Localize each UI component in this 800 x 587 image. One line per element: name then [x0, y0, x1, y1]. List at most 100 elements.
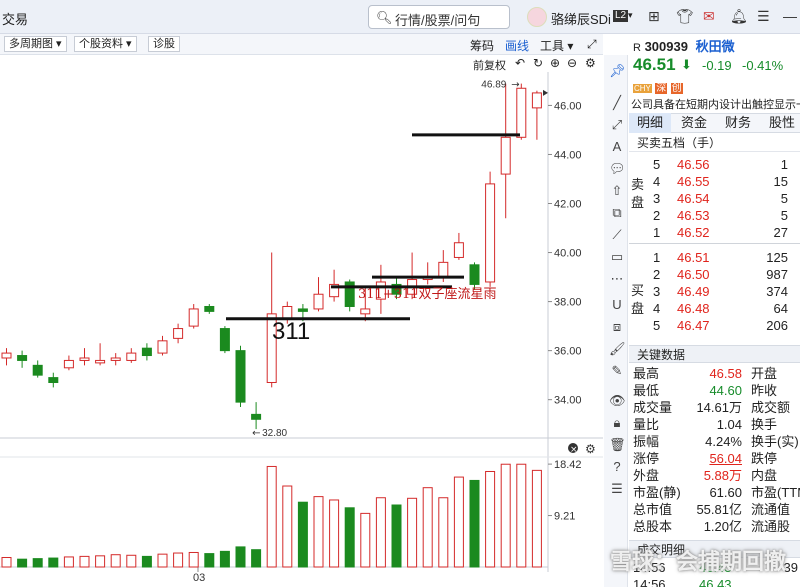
arrow-tool-icon[interactable]: ⇧: [609, 183, 625, 199]
ask-row[interactable]: 5 46.56 1: [651, 156, 800, 173]
zoom-in-icon[interactable]: ⊕: [550, 56, 560, 70]
rect-tool-icon[interactable]: ▭: [609, 249, 625, 265]
kline-chart[interactable]: 46.00 44.00 42.00 40.00 38.00 36.00 34.00 18.42…: [0, 72, 603, 587]
close-volume-x: ×: [570, 445, 578, 455]
search-input[interactable]: 行情/股票/问句: [395, 10, 480, 29]
bid-row[interactable]: 4 46.48 64: [651, 300, 800, 317]
trash-icon[interactable]: 🗑︎: [609, 437, 626, 453]
volume-bar: [516, 463, 527, 568]
top-bar: 交易 🔍︎ 行情/股票/问句 骆绨辰SDi L2 ▾ ⊞ 👕︎ ✉ 🔔︎ ☰ —: [0, 0, 800, 34]
bid-price: 46.48: [677, 301, 710, 316]
ask-price: 46.56: [677, 157, 710, 172]
zoom-out-icon[interactable]: ⊖: [567, 56, 577, 70]
candle-body: [17, 355, 28, 361]
ask-row[interactable]: 2 46.53 5: [651, 207, 800, 224]
key-label-2: 流通值: [751, 502, 791, 517]
bid-volume: 206: [766, 318, 788, 333]
bid-row[interactable]: 1 46.51 125: [651, 249, 800, 266]
volume-bar: [235, 546, 246, 568]
candle-body: [63, 359, 74, 369]
chart-subbar: 前复权 ↶ ↻ ⊕ ⊖ ⚙: [0, 55, 603, 72]
candle-body: [204, 305, 215, 312]
tab-character[interactable]: 股性: [761, 113, 800, 133]
magnet-icon[interactable]: U: [609, 297, 625, 312]
shirt-icon[interactable]: 👕︎: [676, 8, 694, 25]
bid-level: 3: [653, 284, 661, 299]
minimize-icon[interactable]: —: [783, 8, 797, 24]
brush-icon[interactable]: 🖌︎: [609, 341, 626, 357]
low-price-label: 32.80: [262, 428, 287, 439]
volume-bar: [126, 554, 137, 568]
user-name[interactable]: 骆绨辰SDi: [551, 9, 611, 28]
key-label-2: 换手(实): [751, 434, 799, 449]
key-value: 5.88万: [703, 468, 742, 483]
refresh-icon[interactable]: ↻: [533, 56, 543, 70]
stock-info-button[interactable]: 个股资料 ▾: [74, 36, 137, 52]
key-value: 1.20亿: [703, 519, 742, 534]
undo-icon[interactable]: ↶: [515, 56, 525, 70]
expand-icon[interactable]: ⤢: [587, 37, 597, 52]
pin-icon[interactable]: 📌︎: [609, 63, 626, 79]
volume-bar: [204, 553, 215, 568]
diagnose-button[interactable]: 诊股: [148, 36, 180, 52]
tab-finance[interactable]: 财务: [717, 113, 759, 133]
annotation-311: 311: [272, 318, 310, 345]
key-label: 最高: [633, 366, 660, 381]
ask-row[interactable]: 3 46.54 5: [651, 190, 800, 207]
tag-sz: 深: [655, 83, 668, 94]
search-box[interactable]: 🔍︎ 行情/股票/问句: [368, 5, 510, 29]
trade-tab[interactable]: 交易: [2, 9, 28, 28]
menu-icon[interactable]: ☰: [757, 8, 770, 25]
tools-button[interactable]: 工具 ▾: [540, 37, 573, 54]
candle-body: [95, 359, 106, 364]
period-button[interactable]: 多周期图 ▾: [4, 36, 67, 52]
line-tool-icon[interactable]: ╱: [609, 95, 625, 111]
eye-icon[interactable]: 👁︎: [609, 393, 626, 409]
candle-body: [235, 350, 246, 403]
candle-body: [297, 308, 308, 312]
lock-icon[interactable]: 🔒︎: [609, 415, 625, 431]
tab-detail[interactable]: 明细: [629, 113, 671, 133]
ask-price: 46.54: [677, 191, 710, 206]
bid-volume: 64: [773, 301, 788, 316]
volume-tick-label: 18.42: [554, 459, 582, 471]
bid-row[interactable]: 2 46.50 987: [651, 266, 800, 283]
bid-row[interactable]: 3 46.49 374: [651, 283, 800, 300]
text-tool-icon[interactable]: A: [609, 139, 625, 154]
volume-bar: [188, 551, 199, 568]
volume-bar: [32, 558, 43, 568]
channel-tool-icon[interactable]: ⧉: [609, 205, 625, 221]
edit-icon[interactable]: ✎: [609, 363, 625, 379]
news-ticker[interactable]: 公司具备在短期内设计出触控显示一: [631, 96, 800, 112]
mail-icon[interactable]: ✉: [703, 8, 715, 25]
ask-row[interactable]: 1 46.52 27: [651, 224, 800, 241]
comment-tool-icon[interactable]: 💬︎: [609, 161, 626, 177]
screen-icon[interactable]: ⊞: [648, 8, 660, 25]
drawline-button[interactable]: 画线: [505, 37, 529, 54]
volume-bar: [469, 479, 480, 568]
buy-side-label: 买盘: [631, 283, 645, 316]
key-data-row: 成交量 14.61万 成交额: [633, 399, 800, 416]
link-icon[interactable]: ⧈: [609, 319, 625, 335]
fib-tool-icon[interactable]: ⟋: [609, 227, 625, 243]
ray-tool-icon[interactable]: ⤢: [609, 117, 625, 133]
candle-body: [485, 183, 496, 283]
bid-level: 1: [653, 250, 661, 265]
stock-name: 秋田微: [695, 39, 735, 54]
bid-row[interactable]: 5 46.47 206: [651, 317, 800, 334]
fq-toggle[interactable]: 前复权: [473, 57, 506, 73]
chips-button[interactable]: 筹码: [470, 37, 494, 54]
chart-toolbar: 多周期图 ▾ 个股资料 ▾ 诊股 筹码 画线 工具 ▾ ⤢: [0, 34, 603, 55]
tab-funds[interactable]: 资金: [673, 113, 715, 133]
bell-icon[interactable]: 🔔︎: [730, 8, 748, 25]
ask-row[interactable]: 4 46.55 15: [651, 173, 800, 190]
candle-body: [173, 328, 184, 339]
caret-down-icon[interactable]: ▾: [628, 10, 633, 21]
list-icon[interactable]: ☰: [609, 481, 625, 497]
help-icon[interactable]: ?: [609, 459, 625, 474]
candle-body: [531, 92, 542, 109]
settings-icon[interactable]: ⚙: [585, 56, 596, 70]
avatar[interactable]: [527, 7, 547, 27]
more-icon[interactable]: ⋯: [609, 271, 625, 287]
tag-gem: 创: [670, 83, 683, 94]
